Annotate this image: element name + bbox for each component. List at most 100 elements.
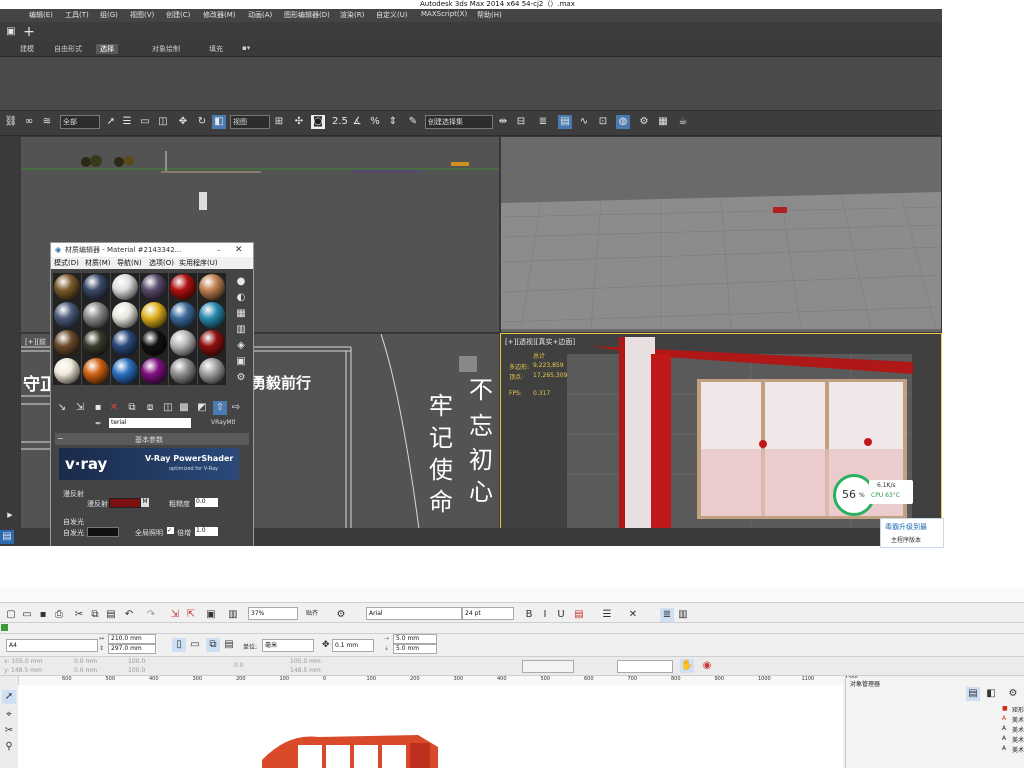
shape-tool-icon[interactable]: ⌖	[2, 708, 16, 722]
rotate-icon[interactable]: ↻	[195, 115, 209, 129]
roughness-field[interactable]: 0.0	[195, 498, 218, 507]
underline-icon[interactable]: U	[554, 608, 568, 622]
material-slot[interactable]	[169, 357, 197, 385]
rendered-frame-icon[interactable]: ▦	[656, 115, 670, 129]
zoom-level-dropdown[interactable]: 37%	[248, 607, 298, 620]
duplicate-x-field[interactable]: 5.0 mm	[393, 634, 437, 644]
render-teapot-icon[interactable]: ☕	[676, 115, 690, 129]
selection-filter-dropdown[interactable]: 全部	[60, 115, 100, 129]
app-icon[interactable]: ▣	[4, 25, 18, 39]
style-dropdown[interactable]	[617, 660, 673, 673]
lock-icon[interactable]: ✋	[680, 659, 694, 673]
material-slot[interactable]	[198, 301, 226, 329]
material-editor-icon[interactable]: ◍	[616, 115, 630, 129]
move-icon[interactable]: ✥	[176, 115, 190, 129]
window-crossing-icon[interactable]: ◫	[156, 115, 170, 129]
mat-menu-utilities[interactable]: 实用程序(U)	[179, 257, 218, 269]
select-by-name-icon[interactable]: ☰	[120, 115, 134, 129]
outline-width-dropdown[interactable]	[522, 660, 574, 673]
page-size-dropdown[interactable]: A4	[6, 639, 98, 652]
menu-views[interactable]: 视图(V)	[130, 10, 154, 20]
material-slot[interactable]	[111, 329, 139, 357]
material-slot[interactable]	[82, 273, 110, 301]
unlink-icon[interactable]: ∞	[22, 115, 36, 129]
menu-group[interactable]: 组(G)	[100, 10, 118, 20]
obj-item-4[interactable]: 美术	[1012, 735, 1024, 744]
page-height-field[interactable]: 297.0 mm	[108, 644, 156, 654]
mat-menu-material[interactable]: 材质(M)	[85, 257, 111, 269]
text-direction-icon[interactable]: ▥	[676, 608, 690, 622]
bold-icon[interactable]: B	[522, 608, 536, 622]
landscape-icon[interactable]: ▭	[188, 638, 202, 652]
graphite-toggle-icon[interactable]: ▤	[558, 115, 572, 129]
undo-icon[interactable]: ↶	[122, 608, 136, 622]
material-slot[interactable]	[140, 301, 168, 329]
material-slot[interactable]	[198, 329, 226, 357]
make-preview-icon[interactable]: ▣	[234, 355, 248, 369]
material-slot[interactable]	[53, 273, 81, 301]
pivot-center-icon[interactable]: ⊞	[272, 115, 286, 129]
select-object-icon[interactable]: ➚	[104, 115, 118, 129]
obj-item-1[interactable]: 矩形	[1012, 705, 1024, 714]
render-setup-icon[interactable]: ⚙	[637, 115, 651, 129]
edit-named-sel-icon[interactable]: ✎	[406, 115, 420, 129]
save-icon[interactable]: ▪	[36, 608, 50, 622]
material-slot[interactable]	[111, 357, 139, 385]
show-map-icon[interactable]: ▩	[177, 401, 191, 415]
copy-icon[interactable]: ⧉	[88, 608, 102, 622]
material-slot[interactable]	[82, 357, 110, 385]
menu-create[interactable]: 创建(C)	[166, 10, 190, 20]
plus-icon[interactable]: +	[22, 25, 36, 39]
material-slot[interactable]	[53, 329, 81, 357]
tab-modeling[interactable]: 建模	[16, 44, 38, 54]
menu-help[interactable]: 帮助(H)	[477, 10, 502, 20]
obj-item-3[interactable]: 美术	[1012, 725, 1024, 734]
tab-object-paint[interactable]: 对象绘制	[148, 44, 184, 54]
scale-icon[interactable]: ◧	[212, 115, 226, 129]
page-width-field[interactable]: 210.0 mm	[108, 634, 156, 644]
put-to-scene-icon[interactable]: ⇲	[73, 401, 87, 415]
new-doc-icon[interactable]: ▢	[4, 608, 18, 622]
char-format-icon[interactable]: ✕	[626, 608, 640, 622]
open-icon[interactable]: ▭	[20, 608, 34, 622]
menu-edit[interactable]: 编辑(E)	[29, 10, 53, 20]
snaps-toggle-icon[interactable]: 2.5	[332, 115, 348, 129]
material-slot[interactable]	[140, 357, 168, 385]
basic-params-rollout[interactable]: − 基本参数	[55, 433, 249, 445]
video-check-icon[interactable]: ◈	[234, 339, 248, 353]
assign-material-icon[interactable]: ▪	[91, 401, 105, 415]
menu-tools[interactable]: 工具(T)	[65, 10, 89, 20]
material-slot[interactable]	[82, 301, 110, 329]
color-icon[interactable]: ◉	[700, 659, 714, 673]
pick-tool-icon[interactable]: ➚	[2, 690, 16, 704]
material-slot[interactable]	[111, 273, 139, 301]
rect-selection-icon[interactable]: ▭	[138, 115, 152, 129]
crop-tool-icon[interactable]: ✂	[2, 724, 16, 738]
make-unique-icon[interactable]: ⧉	[125, 401, 139, 415]
font-size-dropdown[interactable]: 24 pt	[462, 607, 514, 620]
mat-menu-options[interactable]: 选项(O)	[149, 257, 174, 269]
paste-icon[interactable]: ▤	[104, 608, 118, 622]
layer-view-icon[interactable]: ▤	[966, 687, 980, 701]
reset-map-icon[interactable]: ✕	[107, 401, 121, 415]
angle-snap-icon[interactable]: ∡	[350, 115, 364, 129]
new-layer-icon[interactable]: ◧	[984, 687, 998, 701]
current-page-icon[interactable]: ▤	[222, 638, 236, 652]
options-icon[interactable]: ⚙	[234, 371, 248, 385]
curve-editor-icon[interactable]: ∿	[577, 115, 591, 129]
material-slot[interactable]	[111, 301, 139, 329]
menu-graph-editors[interactable]: 图形编辑器(D)	[284, 10, 330, 20]
material-slot[interactable]	[198, 357, 226, 385]
minimize-icon[interactable]: –	[217, 243, 221, 257]
material-slot[interactable]	[140, 273, 168, 301]
maxscript-listener-icon[interactable]: ▤	[0, 530, 14, 544]
align-icon[interactable]: ⊟	[514, 115, 528, 129]
reference-coordinate-dropdown[interactable]: 视图	[230, 115, 270, 129]
print-icon[interactable]: ⎙	[52, 608, 66, 622]
material-name-field[interactable]: terial #2143342453666561	[109, 418, 191, 428]
all-pages-icon[interactable]: ⧉	[206, 638, 220, 652]
menu-modifiers[interactable]: 修改器(M)	[203, 10, 236, 20]
named-selection-dropdown[interactable]: 创建选择集	[425, 115, 493, 129]
spinner-snap-icon[interactable]: ⇕	[386, 115, 400, 129]
export-icon[interactable]: ⇱	[184, 608, 198, 622]
